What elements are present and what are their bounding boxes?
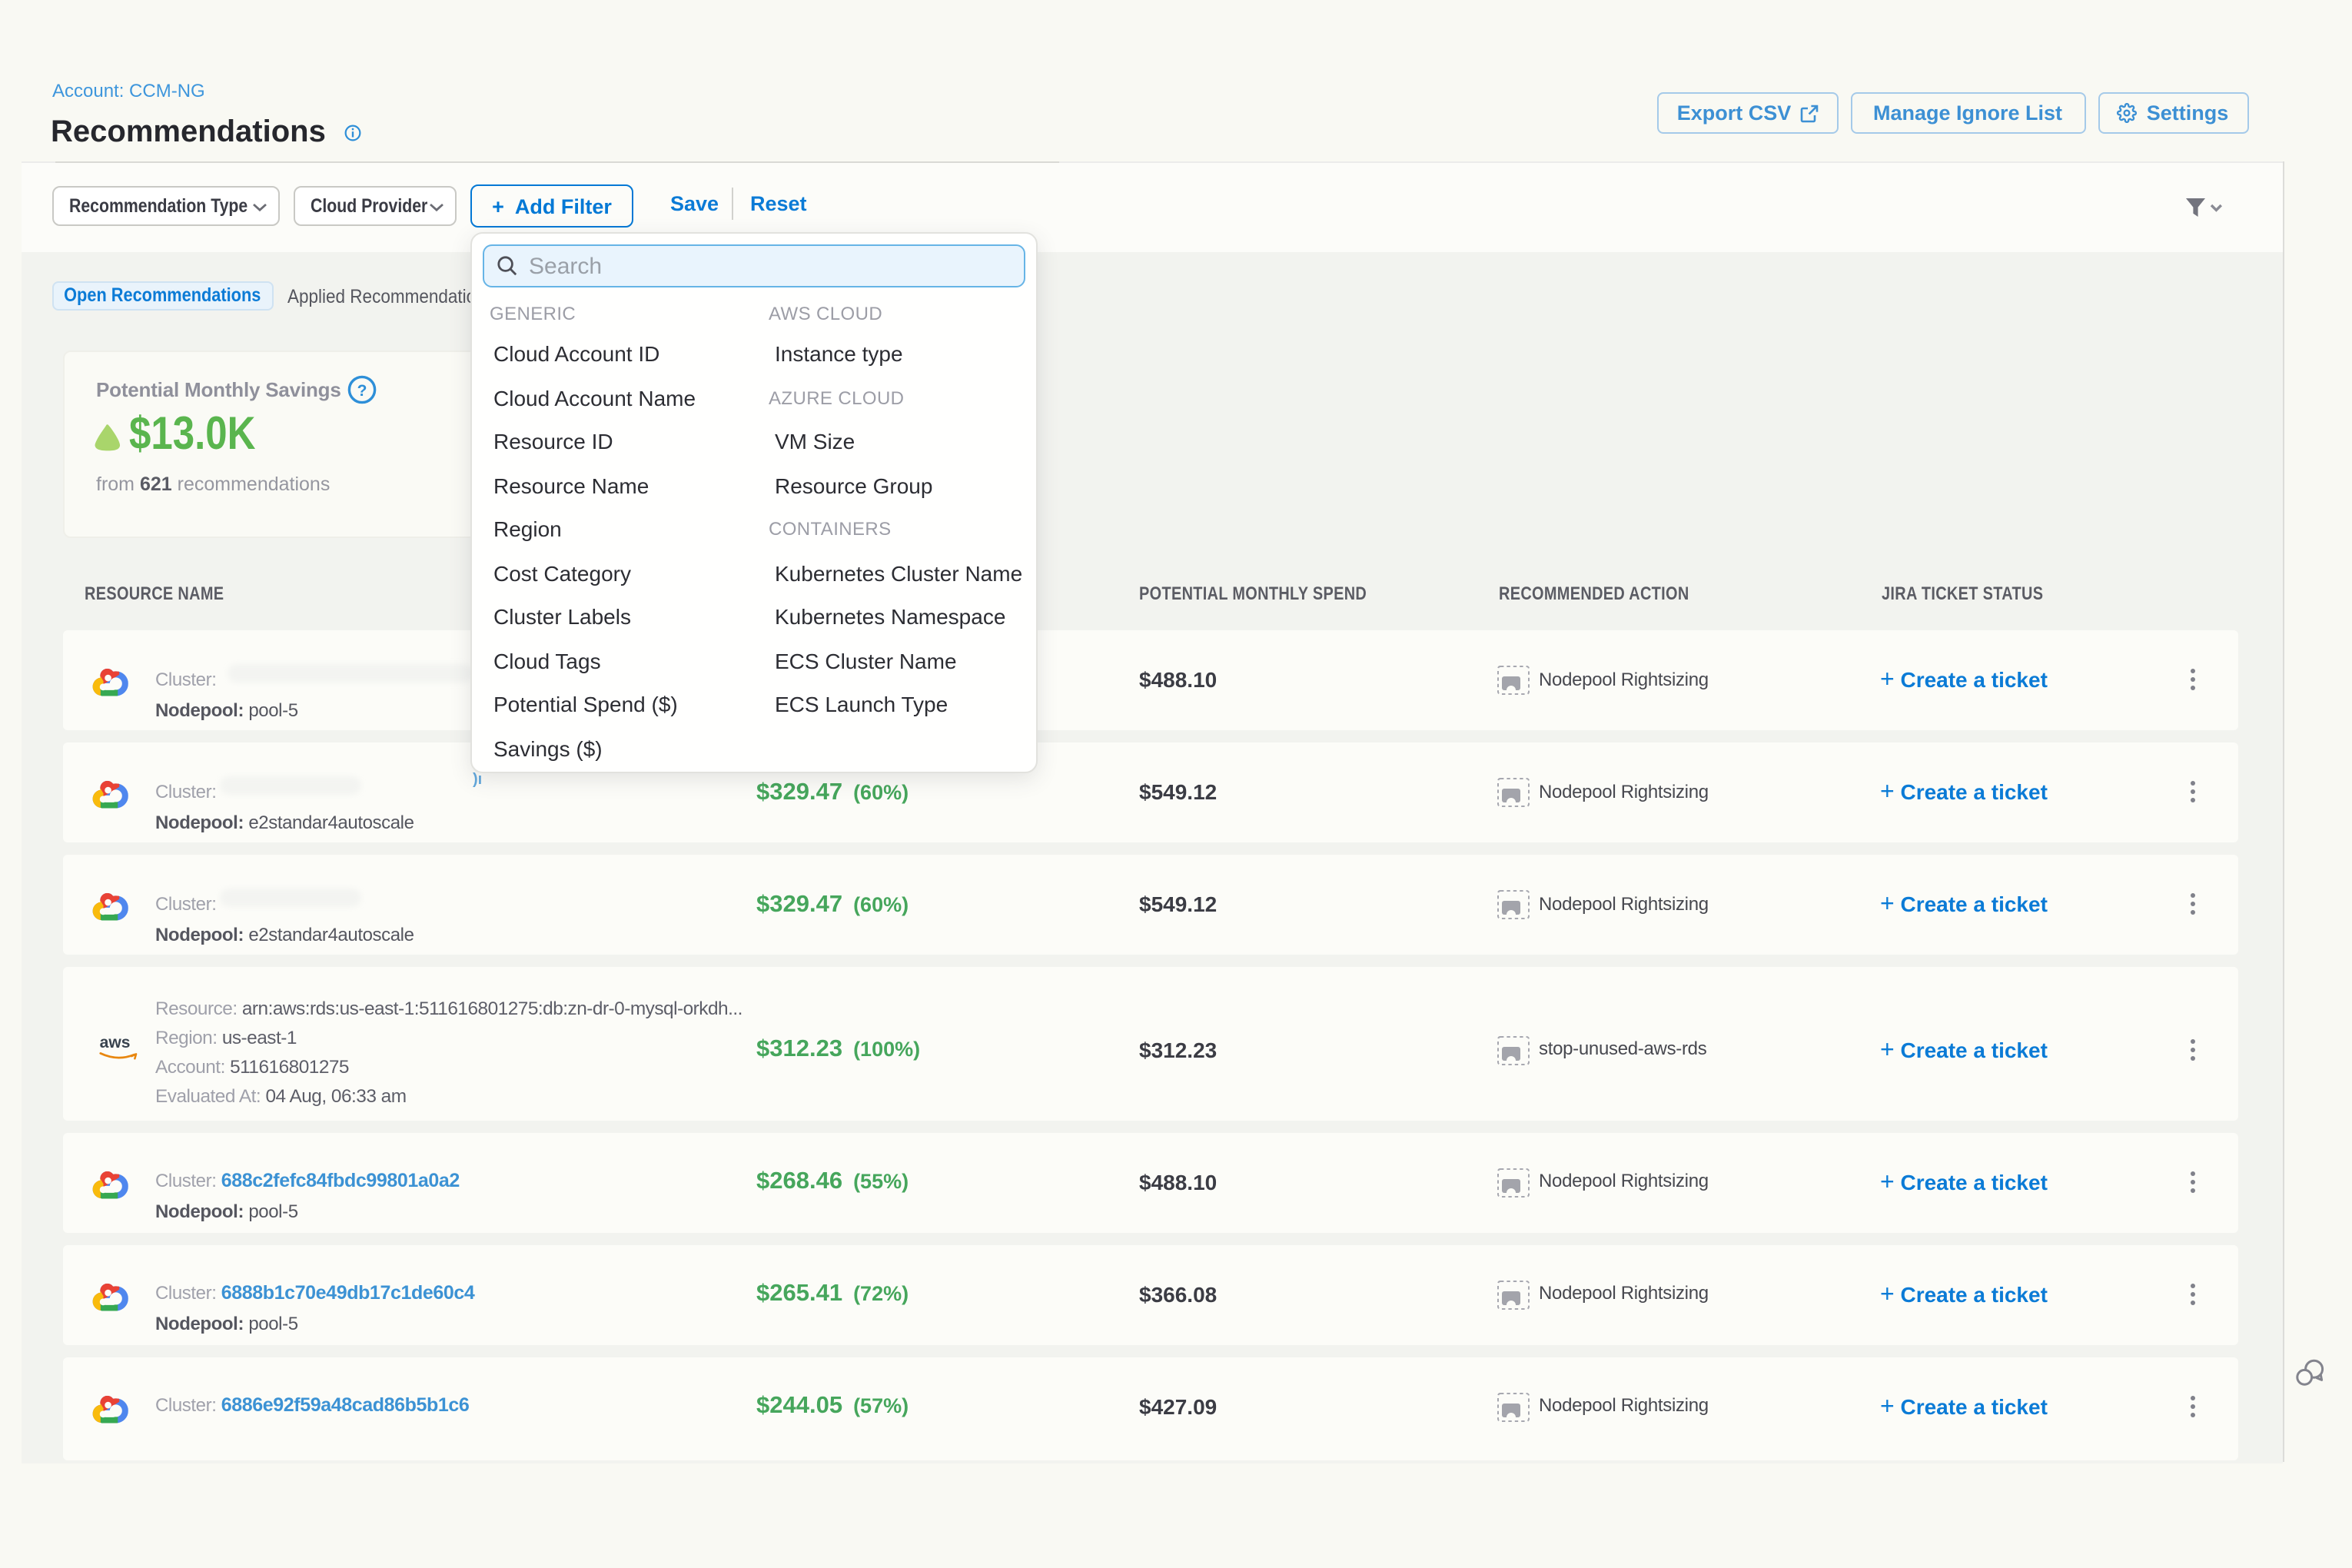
- svg-text:aws: aws: [100, 1034, 131, 1051]
- svg-text:?: ?: [357, 381, 367, 399]
